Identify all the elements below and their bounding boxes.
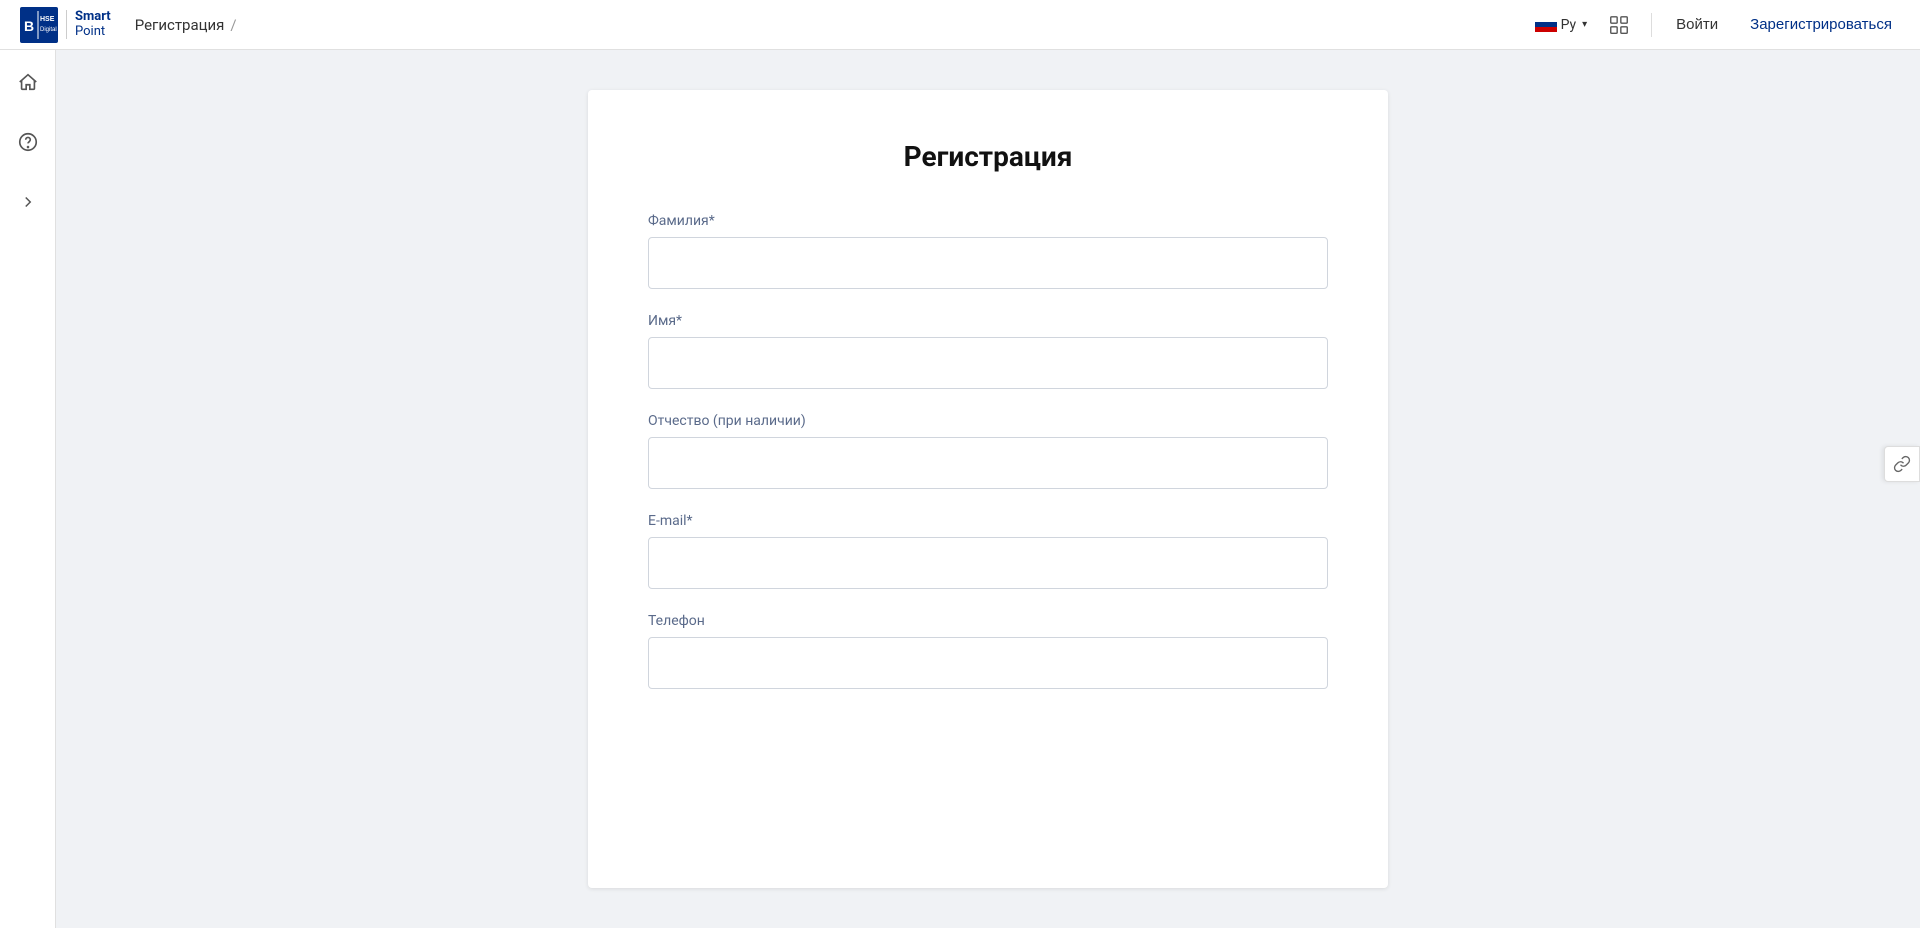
sidebar-home-button[interactable] [8, 62, 48, 102]
smart-point-logo: Smart Point [66, 10, 111, 39]
smart-label: Smart [75, 10, 111, 24]
patronymic-group: Отчество (при наличии) [648, 413, 1328, 489]
firstname-label: Имя* [648, 313, 1328, 329]
register-button[interactable]: Зарегистрироваться [1742, 12, 1900, 37]
breadcrumb-separator: / [230, 16, 236, 34]
sidebar [0, 50, 56, 928]
sidebar-expand-button[interactable] [8, 182, 48, 222]
firstname-group: Имя* [648, 313, 1328, 389]
sidebar-help-button[interactable] [8, 122, 48, 162]
float-link-button[interactable] [1884, 446, 1920, 482]
header-right: Ру ▾ Войти Зарегистрироваться [1535, 9, 1900, 41]
header-divider [1651, 13, 1652, 37]
breadcrumb: Регистрация / [135, 16, 237, 34]
svg-text:Digital: Digital [40, 27, 57, 33]
email-label: E-mail* [648, 513, 1328, 529]
email-group: E-mail* [648, 513, 1328, 589]
lang-label: Ру [1561, 17, 1577, 33]
svg-text:HSE: HSE [40, 16, 55, 23]
lastname-label: Фамилия* [648, 213, 1328, 229]
login-button[interactable]: Войти [1668, 12, 1726, 37]
main-content: Регистрация Фамилия* Имя* Отчество (при … [56, 50, 1920, 928]
hse-logo: В HSE Digital [20, 7, 58, 43]
svg-text:В: В [24, 18, 34, 34]
phone-group: Телефон [648, 613, 1328, 689]
phone-label: Телефон [648, 613, 1328, 629]
settings-button[interactable] [1603, 9, 1635, 41]
chevron-down-icon: ▾ [1582, 19, 1587, 30]
lastname-input[interactable] [648, 237, 1328, 289]
flag-icon [1535, 17, 1557, 33]
firstname-input[interactable] [648, 337, 1328, 389]
phone-input[interactable] [648, 637, 1328, 689]
breadcrumb-text: Регистрация [135, 16, 225, 34]
language-selector[interactable]: Ру ▾ [1535, 17, 1588, 33]
registration-form-card: Регистрация Фамилия* Имя* Отчество (при … [588, 90, 1388, 888]
lastname-group: Фамилия* [648, 213, 1328, 289]
email-input[interactable] [648, 537, 1328, 589]
point-label: Point [75, 25, 111, 39]
patronymic-input[interactable] [648, 437, 1328, 489]
main-area: Регистрация Фамилия* Имя* Отчество (при … [0, 50, 1920, 928]
header: В HSE Digital Smart Point Регистрация / … [0, 0, 1920, 50]
patronymic-label: Отчество (при наличии) [648, 413, 1328, 429]
form-title: Регистрация [648, 140, 1328, 173]
logo-link[interactable]: В HSE Digital Smart Point [20, 7, 111, 43]
